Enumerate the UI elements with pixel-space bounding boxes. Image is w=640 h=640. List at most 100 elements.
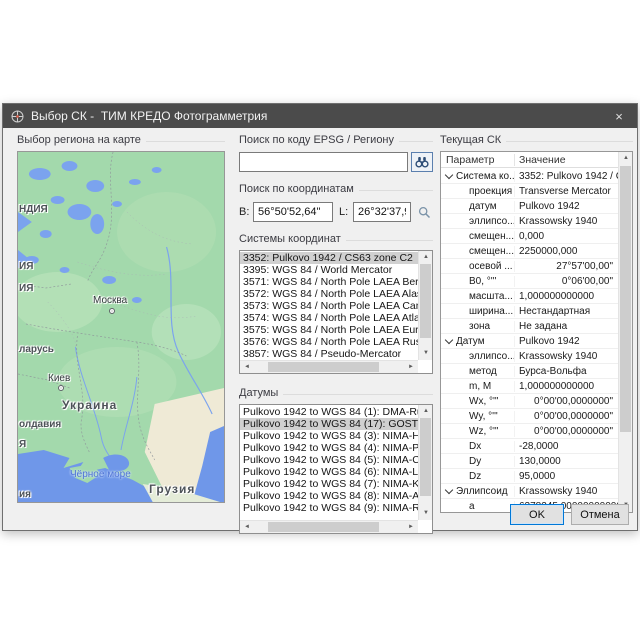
- cs-value-cell: 1,000000000000: [515, 381, 618, 392]
- cs-table-row[interactable]: Dy 130,0000: [441, 454, 618, 469]
- region-map[interactable]: НДИЯ ИЯ ИЯ Москва ларусь Киев: [17, 151, 225, 503]
- scroll-left-icon[interactable]: ◄: [240, 521, 254, 534]
- cs-value-cell: Pulkovo 1942: [515, 336, 618, 347]
- cs-table-header[interactable]: Параметр Значение: [441, 152, 632, 168]
- cs-table-row[interactable]: смещен... 2250000,000: [441, 244, 618, 259]
- scroll-down-icon[interactable]: ▼: [419, 507, 433, 520]
- scroll-up-icon[interactable]: ▲: [619, 152, 633, 165]
- cs-param-cell: ширина...: [469, 306, 515, 317]
- cs-value-cell: 1,000000000000: [515, 291, 618, 302]
- scroll-right-icon[interactable]: ►: [404, 361, 418, 374]
- systems-list-item[interactable]: 3395: WGS 84 / World Mercator: [240, 264, 418, 276]
- value-column-header[interactable]: Значение: [515, 154, 566, 166]
- cs-param-cell: метод: [469, 366, 515, 377]
- cs-param-cell: Эллипсоид: [456, 486, 515, 497]
- datums-list-item[interactable]: Pulkovo 1942 to WGS 84 (5): NIMA-Cze: [240, 454, 418, 466]
- datums-list-item[interactable]: Pulkovo 1942 to WGS 84 (6): NIMA-Lva: [240, 466, 418, 478]
- cs-param-cell: Wz, °'": [469, 426, 515, 437]
- cs-table-row[interactable]: Wx, °'" 0°00'00,0000000": [441, 394, 618, 409]
- systems-list-item[interactable]: 3574: WGS 84 / North Pole LAEA Atlantic: [240, 312, 418, 324]
- expand-chevron-icon[interactable]: [444, 339, 456, 343]
- map-place-label: ларусь: [19, 344, 54, 355]
- cs-param-cell: Датум: [456, 336, 515, 347]
- cs-value-cell: 27°57'00,00": [515, 261, 618, 272]
- systems-list-item[interactable]: 3572: WGS 84 / North Pole LAEA Alaska: [240, 288, 418, 300]
- cs-table-row[interactable]: эллипсо... Krassowsky 1940: [441, 349, 618, 364]
- map-tiles: [18, 152, 224, 502]
- epsg-search-input[interactable]: [239, 152, 408, 172]
- cs-table-row[interactable]: Датум Pulkovo 1942: [441, 334, 618, 349]
- current-cs-table: Параметр Значение Система ко... 3352: Pu…: [440, 151, 633, 513]
- scrollbar-thumb[interactable]: [420, 264, 431, 338]
- cs-vertical-scrollbar[interactable]: ▲ ▼: [618, 152, 632, 512]
- systems-list-item[interactable]: 3573: WGS 84 / North Pole LAEA Canada: [240, 300, 418, 312]
- cs-table-row[interactable]: масшта... 1,000000000000: [441, 289, 618, 304]
- coord-search-button[interactable]: [415, 203, 433, 221]
- cs-param-cell: смещен...: [469, 246, 515, 257]
- param-column-header[interactable]: Параметр: [441, 154, 515, 166]
- cs-table-row[interactable]: Dx -28,0000: [441, 439, 618, 454]
- datums-list-item[interactable]: Pulkovo 1942 to WGS 84 (8): NIMA-Alb: [240, 490, 418, 502]
- datums-list-item[interactable]: Pulkovo 1942 to WGS 84 (9): NIMA-Rom: [240, 502, 418, 514]
- dialog-buttons: OK Отмена: [510, 504, 629, 525]
- systems-list-item[interactable]: 3857: WGS 84 / Pseudo-Mercator: [240, 348, 418, 360]
- datums-vertical-scrollbar[interactable]: ▲ ▼: [418, 405, 432, 520]
- cs-table-row[interactable]: смещен... 0,000: [441, 229, 618, 244]
- scrollbar-thumb[interactable]: [268, 362, 378, 372]
- cs-table-row[interactable]: Wy, °'" 0°00'00,0000000": [441, 409, 618, 424]
- cs-table-row[interactable]: эллипсо... Krassowsky 1940: [441, 214, 618, 229]
- cs-table-row[interactable]: осевой ... 27°57'00,00": [441, 259, 618, 274]
- cs-param-cell: эллипсо...: [469, 351, 515, 362]
- cs-table-row[interactable]: датум Pulkovo 1942: [441, 199, 618, 214]
- cs-table-row[interactable]: проекция Transverse Mercator: [441, 184, 618, 199]
- cs-table-row[interactable]: зона Не задана: [441, 319, 618, 334]
- cs-table-row[interactable]: Dz 95,0000: [441, 469, 618, 484]
- cs-value-cell: 3352: Pulkovo 1942 / CS63 ...: [515, 171, 618, 182]
- cs-table-row[interactable]: m, M 1,000000000000: [441, 379, 618, 394]
- scrollbar-thumb[interactable]: [620, 166, 631, 432]
- datums-list-item[interactable]: Pulkovo 1942 to WGS 84 (4): NIMA-Pol: [240, 442, 418, 454]
- magnifier-icon: [418, 206, 431, 219]
- scroll-right-icon[interactable]: ►: [404, 521, 418, 534]
- cs-table-row[interactable]: метод Бурса-Вольфа: [441, 364, 618, 379]
- l-input[interactable]: [353, 202, 411, 222]
- expand-chevron-icon[interactable]: [444, 489, 456, 493]
- systems-list-item[interactable]: 3576: WGS 84 / North Pole LAEA Russia: [240, 336, 418, 348]
- scrollbar-thumb[interactable]: [420, 418, 431, 496]
- cs-table-row[interactable]: Wz, °'" 0°00'00,0000000": [441, 424, 618, 439]
- cs-value-cell: Pulkovo 1942: [515, 201, 618, 212]
- cs-table-row[interactable]: ширина... Нестандартная: [441, 304, 618, 319]
- epsg-search-button[interactable]: [411, 152, 433, 172]
- cs-param-cell: m, M: [469, 381, 515, 392]
- systems-horizontal-scrollbar[interactable]: ◄ ►: [240, 360, 418, 373]
- scroll-left-icon[interactable]: ◄: [240, 361, 254, 374]
- scroll-up-icon[interactable]: ▲: [419, 405, 433, 418]
- scrollbar-thumb[interactable]: [268, 522, 378, 532]
- datums-horizontal-scrollbar[interactable]: ◄ ►: [240, 520, 418, 533]
- titlebar[interactable]: Выбор СК - ТИМ КРЕДО Фотограмметрия ×: [3, 104, 637, 128]
- datums-list-item[interactable]: Pulkovo 1942 to WGS 84 (17): GOST-Rus: [240, 418, 418, 430]
- datums-list-item[interactable]: Pulkovo 1942 to WGS 84 (1): DMA-Rus: [240, 406, 418, 418]
- ok-button[interactable]: OK: [510, 504, 564, 525]
- cs-param-cell: осевой ...: [469, 261, 515, 272]
- systems-list-item[interactable]: 3352: Pulkovo 1942 / CS63 zone C2: [240, 252, 418, 264]
- scroll-down-icon[interactable]: ▼: [419, 347, 433, 360]
- cs-param-cell: эллипсо...: [469, 216, 515, 227]
- cs-table-row[interactable]: В0, °'" 0°06'00,00": [441, 274, 618, 289]
- datums-list-item[interactable]: Pulkovo 1942 to WGS 84 (7): NIMA-Kaz: [240, 478, 418, 490]
- cs-table-row[interactable]: Система ко... 3352: Pulkovo 1942 / CS63 …: [441, 169, 618, 184]
- cs-value-cell: Бурса-Вольфа: [515, 366, 618, 377]
- datums-list-item[interactable]: Pulkovo 1942 to WGS 84 (3): NIMA-Hun: [240, 430, 418, 442]
- expand-chevron-icon[interactable]: [444, 174, 456, 178]
- systems-list-item[interactable]: 3575: WGS 84 / North Pole LAEA Europe: [240, 324, 418, 336]
- systems-vertical-scrollbar[interactable]: ▲ ▼: [418, 251, 432, 360]
- systems-list-item[interactable]: 3571: WGS 84 / North Pole LAEA Bering Se…: [240, 276, 418, 288]
- close-button[interactable]: ×: [601, 104, 637, 128]
- cs-table-row[interactable]: Эллипсоид Krassowsky 1940: [441, 484, 618, 499]
- desktop: Выбор СК - ТИМ КРЕДО Фотограмметрия × Вы…: [0, 0, 640, 640]
- cancel-button[interactable]: Отмена: [571, 504, 629, 525]
- scroll-up-icon[interactable]: ▲: [419, 251, 433, 264]
- map-place-label: [58, 385, 64, 391]
- b-input[interactable]: [253, 202, 333, 222]
- map-place-label: Украина: [62, 398, 117, 412]
